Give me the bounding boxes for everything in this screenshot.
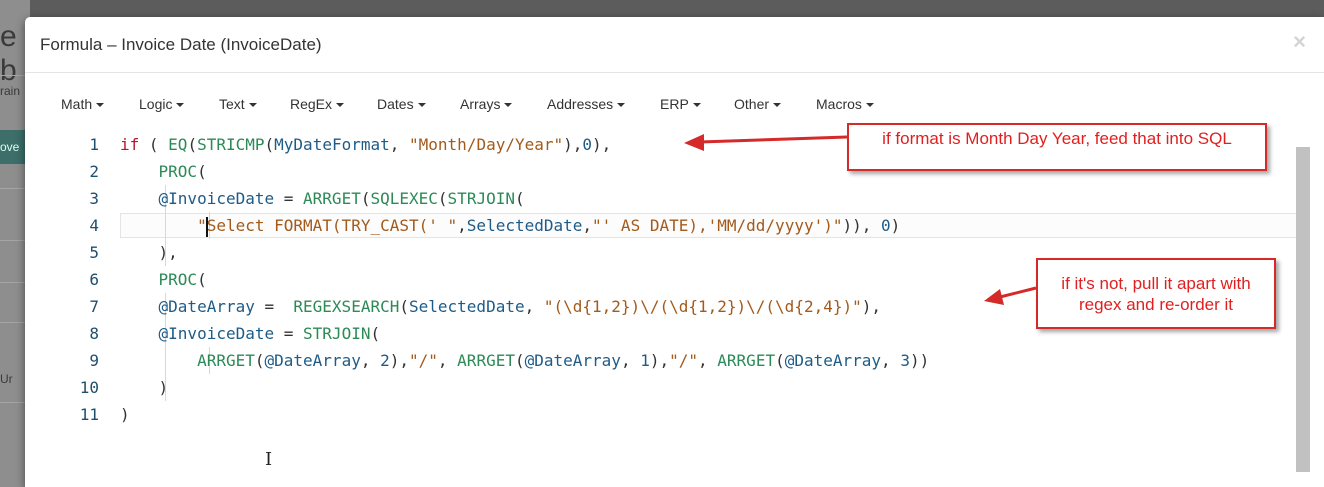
arrow-to-line-1	[684, 134, 848, 151]
arrow-to-line-7	[984, 286, 1037, 305]
annotation-arrows	[684, 134, 1037, 305]
i-beam-cursor-icon: I	[265, 449, 273, 470]
